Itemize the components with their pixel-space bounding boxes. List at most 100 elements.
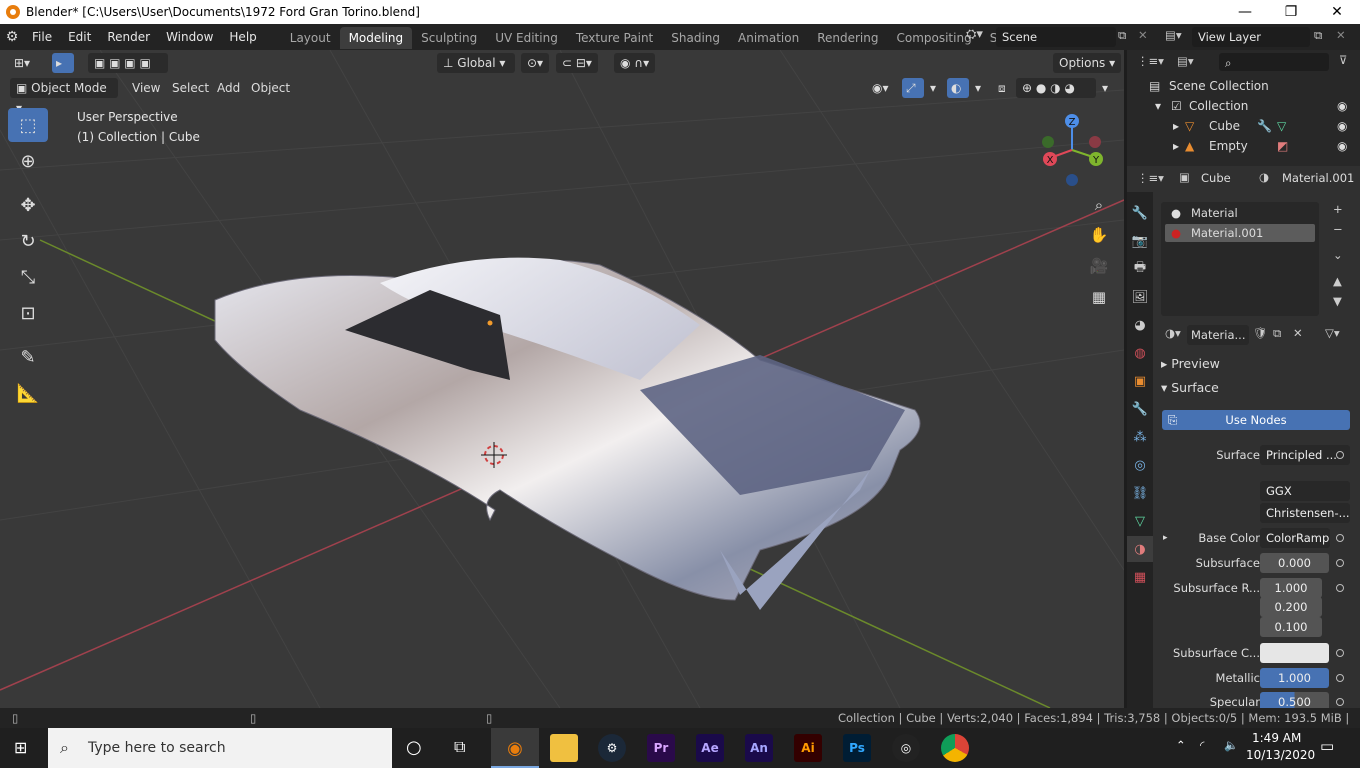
socket-icon[interactable] xyxy=(1336,451,1344,459)
tab-modeling[interactable]: Modeling xyxy=(339,27,413,49)
socket-icon[interactable] xyxy=(1336,534,1344,542)
taskbar-chrome[interactable] xyxy=(931,728,979,768)
ortho-grid-icon[interactable]: ▦ xyxy=(1086,284,1112,310)
tab-texture-paint[interactable]: Texture Paint xyxy=(567,27,662,49)
socket-icon[interactable] xyxy=(1336,698,1344,706)
overlay-toggle-icon[interactable]: ◐ xyxy=(947,78,969,98)
subsurface-radius-z-field[interactable]: 0.100 xyxy=(1260,617,1322,637)
menu-window[interactable]: Window xyxy=(158,24,221,50)
taskbar-after-effects[interactable]: Ae xyxy=(686,728,734,768)
tab-rendering[interactable]: Rendering xyxy=(808,27,887,49)
snap-icon[interactable]: ⊂ ⊟▾ xyxy=(556,53,598,73)
pan-icon[interactable]: ✋ xyxy=(1086,222,1112,248)
clock-time[interactable]: 1:49 AM xyxy=(1252,731,1301,745)
task-view-icon[interactable]: ⧉ xyxy=(454,737,465,757)
navigation-gizmo[interactable]: Z Y X xyxy=(1036,112,1112,188)
windows-start-icon[interactable]: ⊞ xyxy=(14,738,27,757)
view-layer-icon[interactable]: ▤▾ xyxy=(1165,28,1182,42)
visibility-icon[interactable]: ◉▾ xyxy=(866,78,895,98)
taskbar-photoshop[interactable]: Ps xyxy=(833,728,881,768)
new-scene-icon[interactable]: ⧉ xyxy=(1118,28,1126,43)
camera-icon[interactable]: 🎥 xyxy=(1086,253,1112,279)
select-tool-icon[interactable]: ▸ xyxy=(52,53,74,73)
material-tab-icon[interactable]: ◑ xyxy=(1127,536,1153,562)
menu-file[interactable]: File xyxy=(24,24,60,50)
transform-icon[interactable]: ⊡ xyxy=(8,296,48,330)
new-view-layer-icon[interactable]: ⧉ xyxy=(1314,28,1322,43)
taskbar-file-explorer[interactable] xyxy=(540,728,588,768)
subsurface-field[interactable]: 0.000 xyxy=(1260,553,1329,573)
delete-view-layer-icon[interactable]: ✕ xyxy=(1336,28,1346,42)
tab-sculpting[interactable]: Sculpting xyxy=(412,27,486,49)
blender-menu-icon[interactable]: ⚙ xyxy=(0,29,24,45)
network-icon[interactable]: ◜ xyxy=(1200,738,1204,752)
shading-dropdown-icon[interactable]: ▾ xyxy=(1096,78,1114,98)
remove-slot-icon[interactable]: − xyxy=(1333,222,1343,236)
base-color-field[interactable]: ColorRamp xyxy=(1260,528,1330,548)
menu-help[interactable]: Help xyxy=(221,24,264,50)
zoom-icon[interactable]: ⌕ xyxy=(1086,192,1112,218)
outliner-row-cube[interactable]: ▸ ▽ Cube 🔧 ▽ ◉ xyxy=(1127,116,1360,136)
browse-material-icon[interactable]: ◑▾ xyxy=(1165,326,1181,340)
menu-add[interactable]: Add xyxy=(211,78,246,98)
particles-tab-icon[interactable]: ⁂ xyxy=(1127,424,1153,450)
editor-type-icon[interactable]: ⊞▾ xyxy=(8,53,36,73)
taskbar-blender[interactable]: ◉ xyxy=(491,728,539,768)
menu-object[interactable]: Object xyxy=(245,78,296,98)
preview-panel-header[interactable]: ▸ Preview xyxy=(1161,356,1220,371)
scene-tab-icon[interactable]: ◕ xyxy=(1127,312,1153,338)
distribution-dropdown[interactable]: GGX xyxy=(1260,481,1350,501)
material-slot-active[interactable]: ● Material.001 xyxy=(1165,224,1315,242)
outliner-row-scene-collection[interactable]: ▤ Scene Collection xyxy=(1127,76,1360,96)
cursor-icon[interactable]: ⊕ xyxy=(8,144,48,178)
show-hidden-icons[interactable]: ⌃ xyxy=(1176,738,1186,752)
menu-view[interactable]: View xyxy=(126,78,166,98)
subsurface-radius-x-field[interactable]: 1.000 xyxy=(1260,578,1322,598)
material-slot[interactable]: ● Material xyxy=(1165,204,1315,222)
menu-select[interactable]: Select xyxy=(166,78,215,98)
outliner-search[interactable]: ⌕ xyxy=(1219,53,1329,71)
select-mode-icons[interactable]: ▣ ▣ ▣ ▣ ▣ xyxy=(88,53,168,90)
eye-icon[interactable]: ◉ xyxy=(1337,116,1347,136)
modifier-tab-icon[interactable]: 🔧 xyxy=(1127,396,1153,422)
select-box-icon[interactable]: ⬚ xyxy=(8,108,48,142)
menu-render[interactable]: Render xyxy=(99,24,158,50)
outliner-display-icon[interactable]: ▤▾ xyxy=(1177,54,1194,68)
link-dropdown-icon[interactable]: ▽▾ xyxy=(1325,326,1340,340)
subsurface-radius-y-field[interactable]: 0.200 xyxy=(1260,597,1322,617)
annotate-icon[interactable]: ✎ xyxy=(8,340,48,374)
outliner-editor-icon[interactable]: ⋮≡▾ xyxy=(1137,54,1164,68)
overlay-dropdown-icon[interactable]: ▾ xyxy=(969,78,987,98)
scale-icon[interactable]: ⤡ xyxy=(8,260,48,294)
filter-icon[interactable]: ⊽ xyxy=(1339,53,1347,67)
render-tab-icon[interactable]: 📷 xyxy=(1127,228,1153,254)
socket-icon[interactable] xyxy=(1336,584,1344,592)
tab-uv-editing[interactable]: UV Editing xyxy=(486,27,567,49)
data-tab-icon[interactable]: ▽ xyxy=(1127,508,1153,534)
gizmo-dropdown-icon[interactable]: ▾ xyxy=(924,78,942,98)
add-slot-icon[interactable]: + xyxy=(1333,202,1343,216)
delete-scene-icon[interactable]: ✕ xyxy=(1138,28,1148,42)
taskbar-obs[interactable]: ◎ xyxy=(882,728,930,768)
surface-panel-header[interactable]: ▾ Surface xyxy=(1161,380,1219,395)
outliner-row-empty[interactable]: ▸ ▲ Empty ◩ ◉ xyxy=(1127,136,1360,156)
view-layer-tab-icon[interactable]: 🖼 xyxy=(1127,284,1153,310)
physics-tab-icon[interactable]: ◎ xyxy=(1127,452,1153,478)
expand-icon[interactable]: ▸ xyxy=(1163,528,1168,548)
material-slot-list[interactable]: ● Material ● Material.001 xyxy=(1161,202,1319,316)
options-dropdown[interactable]: Options ▾ xyxy=(1053,53,1122,73)
view-layer-field[interactable]: View Layer xyxy=(1192,27,1310,47)
properties-editor-icon[interactable]: ⋮≡▾ xyxy=(1137,171,1164,185)
clock-date[interactable]: 10/13/2020 xyxy=(1246,748,1315,762)
scene-field[interactable]: Scene xyxy=(996,27,1116,47)
scene-selector-icon[interactable]: ⛭▾ xyxy=(966,27,983,42)
transform-orientation-dropdown[interactable]: ⊥ Global ▾ xyxy=(437,53,515,73)
tool-tab-icon[interactable]: 🔧 xyxy=(1127,200,1153,226)
taskbar-animate[interactable]: An xyxy=(735,728,783,768)
xray-icon[interactable]: ⧈ xyxy=(992,78,1012,98)
metallic-slider[interactable]: 1.000 xyxy=(1260,668,1329,688)
object-tab-icon[interactable]: ▣ xyxy=(1127,368,1153,394)
socket-icon[interactable] xyxy=(1336,559,1344,567)
outliner-row-collection[interactable]: ▾ ☑ Collection ◉ xyxy=(1127,96,1360,116)
specular-slider[interactable]: 0.500 xyxy=(1260,692,1329,708)
